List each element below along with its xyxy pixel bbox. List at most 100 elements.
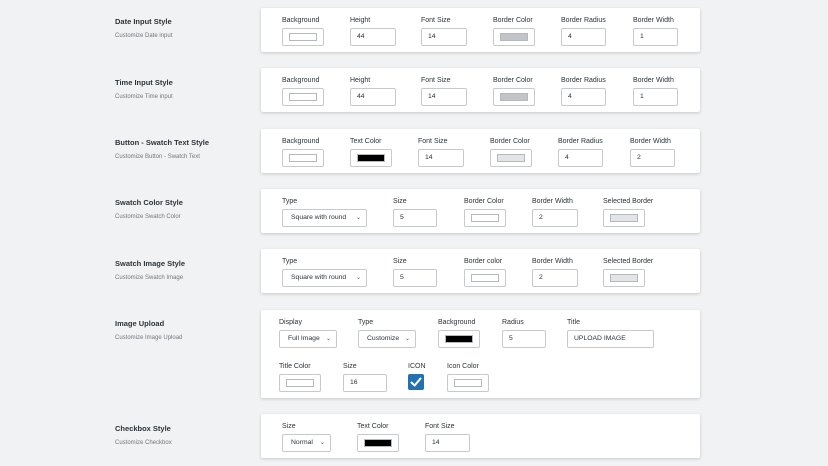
field-label: Selected Border [603,258,654,265]
border-width-input[interactable]: 2 [532,209,578,227]
settings-card: Type Square with round ⌄ Size 5 Border C… [261,189,700,233]
border-color-field: Border Color [490,137,532,167]
settings-card: Type Square with round ⌄ Size 5 Border c… [261,249,700,293]
size-input[interactable]: 16 [343,374,387,392]
color-swatch [364,439,392,447]
size-input[interactable]: 5 [393,209,437,227]
border-width-field: Border Width 2 [630,137,675,167]
border-width-input[interactable]: 1 [633,28,678,46]
color-swatch [289,33,317,41]
border-radius-input[interactable]: 4 [561,28,606,46]
field-label: Type [282,258,298,265]
border-radius-field: Border Radius 4 [561,16,606,46]
text-color-picker[interactable] [350,149,392,167]
text-color-field: Text Color [357,422,399,452]
chevron-down-icon: ⌄ [319,440,325,446]
size-input[interactable]: 5 [393,269,437,287]
color-swatch [610,214,638,222]
type-field: Type Square with round ⌄ [282,257,367,287]
field-label: Type [358,319,374,326]
border-width-input[interactable]: 1 [633,88,678,106]
border-width-field: Border Width 2 [532,257,578,287]
border-width-field: Border Width 1 [633,76,678,106]
border-radius-field: Border Radius 4 [561,76,606,106]
font-size-field: Font Size 14 [421,76,467,106]
select-value: Square with round [291,214,347,221]
text-color-picker[interactable] [357,434,399,452]
background-color-picker[interactable] [282,149,324,167]
color-swatch [289,93,317,101]
title-color-picker[interactable] [279,374,321,392]
section-description: Customize Swatch Image [115,275,184,281]
field-label: Border Radius [558,138,603,145]
border-color-picker[interactable] [464,269,506,287]
color-swatch [289,154,317,162]
field-label: Border Width [630,138,671,145]
font-size-input[interactable]: 14 [425,434,470,452]
field-label: Height [350,77,371,84]
field-label: Border Radius [561,17,606,24]
border-color-picker[interactable] [493,88,535,106]
border-color-picker[interactable] [490,149,532,167]
height-field: Height 44 [350,76,396,106]
border-width-input[interactable]: 2 [532,269,578,287]
section-title: Date Input Style [115,17,172,26]
field-label: Selected Border [603,198,654,205]
border-color-picker[interactable] [493,28,535,46]
background-color-picker[interactable] [282,88,324,106]
font-size-input[interactable]: 14 [421,88,467,106]
select-value: Full Image [288,335,320,342]
background-color-picker[interactable] [438,330,480,348]
section-description: Customize Button - Swatch Text [115,154,200,160]
height-input[interactable]: 44 [350,28,396,46]
checkmark-icon [410,377,422,387]
font-size-input[interactable]: 14 [421,28,467,46]
background-color-picker[interactable] [282,28,324,46]
settings-card: Background Height 44 Font Size 14 Border… [261,8,700,52]
border-color-field: Border Color [493,16,535,46]
font-size-field: Font Size 14 [425,422,470,452]
section-description: Customize Swatch Color [115,214,181,220]
settings-card: Display Full Image ⌄ Type Customize ⌄ Ba… [261,310,700,398]
color-swatch [286,379,314,387]
selected-border-color-picker[interactable] [603,269,645,287]
type-select[interactable]: Customize ⌄ [358,330,416,348]
height-field: Height 44 [350,16,396,46]
title-color-field: Title Color [279,362,321,392]
selected-border-color-picker[interactable] [603,209,645,227]
height-input[interactable]: 44 [350,88,396,106]
border-radius-input[interactable]: 4 [558,149,603,167]
size-select[interactable]: Normal ⌄ [282,434,331,452]
display-field: Display Full Image ⌄ [279,318,337,348]
settings-card: Background Height 44 Font Size 14 Border… [261,68,700,112]
select-value: Customize [367,335,400,342]
type-field: Type Square with round ⌄ [282,197,367,227]
icon-color-picker[interactable] [447,374,489,392]
field-label: Background [282,77,320,84]
border-width-input[interactable]: 2 [630,149,675,167]
type-select[interactable]: Square with round ⌄ [282,269,367,287]
border-radius-input[interactable]: 4 [561,88,606,106]
field-label: Border Width [633,17,674,24]
color-swatch [445,335,473,343]
section-title: Swatch Color Style [115,198,183,207]
field-label: Border color [464,258,503,265]
icon-checkbox[interactable] [408,374,424,390]
section-title: Checkbox Style [115,424,171,433]
field-label: Border Width [532,198,573,205]
size-field: Size 5 [393,197,437,227]
field-label: Display [279,319,302,326]
border-color-picker[interactable] [464,209,506,227]
field-label: Border Width [532,258,573,265]
display-select[interactable]: Full Image ⌄ [279,330,337,348]
field-label: Size [393,258,407,265]
title-input[interactable]: UPLOAD IMAGE [567,330,654,348]
field-label: Border Width [633,77,674,84]
size-field: Size 16 [343,362,387,392]
settings-card: Background Text Color Font Size 14 Borde… [261,129,700,173]
font-size-input[interactable]: 14 [418,149,464,167]
field-label: Size [343,363,357,370]
type-select[interactable]: Square with round ⌄ [282,209,367,227]
radius-input[interactable]: 5 [502,330,546,348]
border-color-field: Border Color [493,76,535,106]
